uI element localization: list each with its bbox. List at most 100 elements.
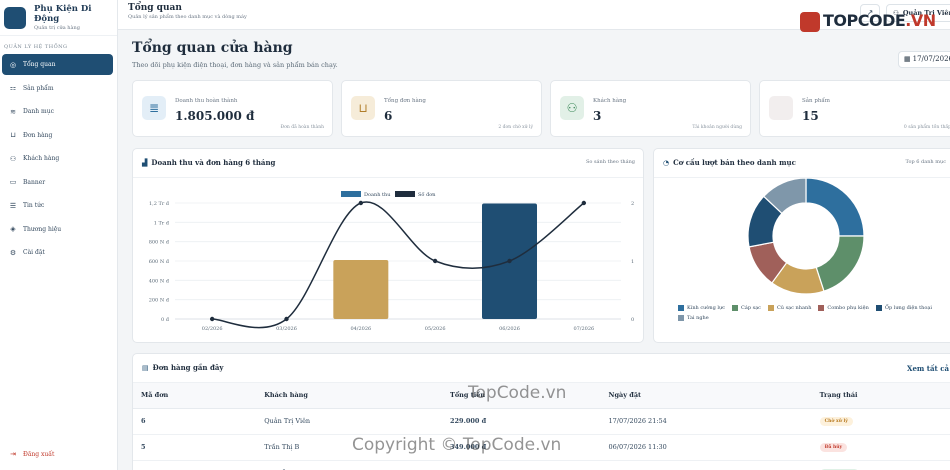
- sidebar-item[interactable]: ⚙ Cài đặt: [2, 242, 113, 263]
- legend-swatch: [341, 191, 361, 197]
- column-header[interactable]: Mã đơn: [133, 383, 257, 409]
- revenue-chart: 0 đ 200 N đ 400 N đ 600 N đ 800 N đ 1 Tr đ 1,2…: [149, 191, 634, 332]
- users-icon: ⚇: [560, 96, 584, 120]
- y-left-tick-label: 0 đ: [161, 317, 170, 323]
- column-header[interactable]: Khách hàng: [256, 383, 442, 409]
- order-id[interactable]: 4: [133, 460, 257, 470]
- sidebar-item[interactable]: ◈ Thương hiệu: [2, 219, 113, 240]
- legend-swatch: [678, 305, 684, 311]
- list-icon: ▤: [142, 364, 149, 372]
- sidebar-item[interactable]: ⚏ Sản phẩm: [2, 78, 113, 99]
- y-right-tick-label: 2: [631, 201, 634, 207]
- dashboard-icon: ◎: [9, 60, 17, 69]
- line-point[interactable]: [209, 316, 215, 322]
- stat-value: 3: [593, 109, 602, 123]
- x-tick-label: 02/2026: [202, 326, 223, 332]
- line-point[interactable]: [284, 316, 289, 322]
- stat-card[interactable]: ⚇ Khách hàng 3 Tài khoản người dùng: [550, 80, 751, 137]
- legend-label: Doanh thu: [364, 192, 391, 198]
- calendar-icon: ▦: [904, 55, 911, 63]
- y-left-tick-label: 400 N đ: [149, 278, 170, 284]
- panel-header: ◔ Cơ cấu lượt bán theo danh mục Top 6 dan…: [654, 149, 950, 178]
- watermark-logo-main: TOPCODE: [823, 11, 906, 30]
- users-icon: ⚇: [9, 154, 17, 163]
- line-point[interactable]: [581, 200, 587, 206]
- stat-card[interactable]: Sản phẩm 15 0 sản phẩm tồn thấp: [759, 80, 950, 137]
- stat-value: 6: [384, 109, 393, 123]
- sidebar-item-label: Tin tức: [23, 202, 45, 209]
- legend-item: Ốp lưng điện thoại: [875, 305, 932, 311]
- gear-icon: ⚙: [9, 248, 17, 257]
- watermark-logo-accent: .VN: [905, 11, 936, 30]
- donut-slice[interactable]: [805, 178, 865, 237]
- order-date: 06/07/2026 11:30: [600, 434, 812, 461]
- logout-button[interactable]: ⇥ Đăng xuất: [2, 450, 54, 458]
- legend-swatch: [818, 305, 825, 311]
- order-status-cell: Hoàn thành: [811, 460, 950, 470]
- x-tick-label: 06/2026: [499, 326, 520, 332]
- sidebar-item[interactable]: ◎ Tổng quan: [2, 54, 113, 75]
- legend-swatch: [395, 191, 415, 197]
- panel-header: ▤ Đơn hàng gần đây Xem tất cả: [133, 354, 950, 383]
- legend-item: Củ sạc nhanh: [767, 305, 812, 311]
- date-picker-button[interactable]: ▦ 17/07/2026: [898, 51, 950, 68]
- sidebar-item[interactable]: ☰ Tin tức: [2, 195, 113, 216]
- line-point[interactable]: [507, 258, 512, 264]
- stat-card[interactable]: ⊔ Tổng đơn hàng 6 2 đơn chờ xử lý: [341, 80, 542, 137]
- order-status-cell: Chờ xử lý: [811, 408, 950, 435]
- legend-swatch: [875, 305, 882, 311]
- stat-note: Tài khoản người dùng: [692, 125, 742, 130]
- stat-card[interactable]: ≣ Doanh thu hoàn thành 1.805.000 đ Đơn đã h…: [132, 80, 333, 137]
- topbar-title: Tổng quan: [128, 3, 182, 13]
- order-date: 06/06/2026 16:20: [600, 460, 812, 470]
- stat-label: Khách hàng: [593, 98, 627, 104]
- order-total: 1.189.000 đ: [442, 460, 601, 470]
- topbar-subtitle: Quản lý sản phẩm theo danh mục và dòng m…: [128, 14, 247, 20]
- donut-slice[interactable]: [815, 235, 865, 292]
- y-left-tick-label: 600 N đ: [149, 259, 170, 265]
- boxes-icon: ⚏: [9, 84, 17, 92]
- brand[interactable]: Phụ Kiện Di Động Quản trị cửa hàng: [0, 0, 117, 36]
- legend-label: Số đơn: [418, 191, 436, 198]
- x-tick-label: 07/2026: [573, 326, 594, 332]
- legend-item: Tai nghe: [678, 315, 709, 321]
- sidebar-item-label: Sản phẩm: [23, 84, 54, 92]
- y-right-tick-label: 0: [631, 317, 634, 323]
- image-icon: ▭: [9, 178, 17, 186]
- table-row[interactable]: 4Nguyễn Văn A1.189.000 đ06/06/2026 16:20…: [133, 460, 950, 470]
- sidebar-item[interactable]: ⊔ Đơn hàng: [2, 125, 113, 146]
- order-id[interactable]: 5: [133, 434, 257, 461]
- legend-swatch: [732, 305, 739, 311]
- line-point[interactable]: [432, 258, 438, 264]
- line-point[interactable]: [358, 200, 364, 206]
- sidebar-item[interactable]: ≋ Danh mục: [2, 101, 113, 122]
- x-tick-label: 05/2026: [425, 326, 446, 332]
- watermark-logo-icon: [800, 11, 820, 32]
- panel-aside: Top 6 danh mục: [905, 159, 947, 165]
- legend-label: Tai nghe: [687, 315, 709, 321]
- bar[interactable]: [333, 260, 389, 319]
- sidebar-item[interactable]: ⚇ Khách hàng: [2, 148, 113, 169]
- panel-header: ▟ Doanh thu và đơn hàng 6 tháng So sánh t…: [133, 149, 643, 178]
- page-title: Tổng quan cửa hàng: [132, 40, 293, 56]
- basket-icon: ⊔: [10, 131, 16, 139]
- y-left-tick-label: 800 N đ: [149, 240, 170, 246]
- logout-icon: ⇥: [10, 450, 16, 458]
- x-tick-label: 03/2026: [276, 326, 297, 332]
- bar-chart-icon: ▟: [142, 159, 148, 167]
- view-all-link[interactable]: Xem tất cả: [907, 364, 949, 373]
- stat-note: 2 đơn chờ xử lý: [498, 125, 533, 130]
- y-left-tick-label: 1,2 Tr đ: [149, 201, 170, 207]
- category-donut-chart: [747, 178, 865, 295]
- y-left-tick-label: 200 N đ: [149, 298, 170, 304]
- layers-icon: ≋: [10, 107, 16, 116]
- column-header[interactable]: Trạng thái: [811, 383, 950, 409]
- sidebar-item-label: Thương hiệu: [23, 225, 62, 233]
- sidebar-item[interactable]: ▭ Banner: [2, 172, 113, 193]
- column-header[interactable]: Ngày đặt: [600, 383, 812, 409]
- order-id[interactable]: 6: [133, 408, 257, 435]
- sidebar-item-label: Banner: [23, 178, 46, 186]
- table-row[interactable]: 6 Quản Trị Viên 229.000 đ 17/07/2026 21:54 C…: [133, 408, 950, 435]
- legend-label: Củ sạc nhanh: [776, 305, 812, 311]
- category-chart-panel: ◔ Cơ cấu lượt bán theo danh mục Top 6 dan…: [653, 148, 950, 343]
